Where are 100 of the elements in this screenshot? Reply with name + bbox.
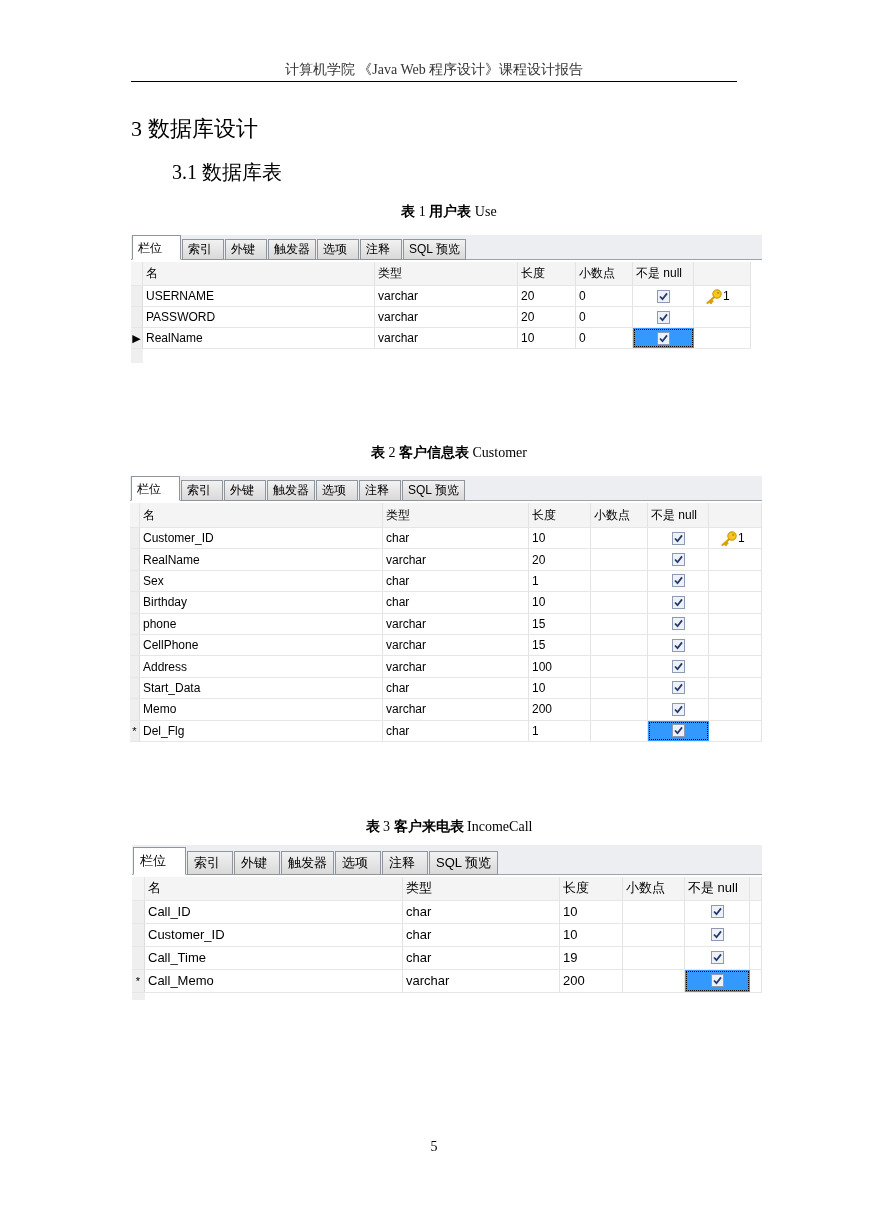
page-number: 5 (429, 1138, 439, 1156)
tab[interactable]: 栏位 (133, 846, 186, 875)
tab[interactable]: 栏位 (131, 476, 180, 501)
column-header[interactable]: 名 (143, 262, 375, 285)
subsection-heading: 3.1 数据库表 (172, 160, 282, 185)
table-cell-text: Customer_ID (147, 926, 226, 945)
table-cell-text: char (405, 949, 433, 968)
column-header[interactable]: 名 (145, 876, 403, 900)
table-cell-text: char (405, 926, 433, 945)
checkbox[interactable] (711, 905, 724, 919)
table-cell-text: Birthday (142, 594, 189, 612)
tab[interactable]: 外键 (234, 850, 280, 875)
table-caption: 表 2 客户信息表 Customer (370, 444, 528, 462)
tab[interactable]: 注释 (359, 480, 401, 501)
table-cell[interactable] (633, 328, 694, 348)
table-cell[interactable] (648, 720, 709, 741)
table-cell-text: char (385, 572, 411, 590)
column-header[interactable]: 不是 null (648, 503, 709, 527)
table-cell-text: Call_Memo (147, 972, 215, 991)
tab[interactable]: 选项 (316, 480, 358, 501)
key-icon (706, 288, 722, 304)
column-header[interactable]: 小数点 (576, 262, 633, 285)
checkbox[interactable] (672, 660, 685, 674)
tab[interactable]: 索引 (181, 480, 223, 501)
checkbox[interactable] (672, 702, 685, 716)
table-cell-text: varchar (405, 972, 451, 991)
page-header: 计算机学院 《Java Web 程序设计》课程设计报告 (131, 61, 737, 82)
table-cell-text: Sex (142, 572, 165, 590)
table-cell-text: Del_Flg (142, 722, 186, 740)
tab[interactable]: 触发器 (281, 850, 334, 875)
table-cell-text: 0 (578, 309, 587, 326)
table-cell-text: CellPhone (142, 637, 200, 655)
column-header[interactable]: 类型 (375, 262, 518, 285)
column-header[interactable]: 长度 (529, 503, 591, 527)
tab[interactable]: 栏位 (132, 235, 181, 260)
table-cell[interactable] (685, 969, 750, 992)
checkbox[interactable] (672, 617, 685, 631)
table-cell-text: Address (142, 658, 189, 676)
tab[interactable]: 触发器 (267, 480, 315, 501)
column-header[interactable]: 不是 null (685, 876, 750, 900)
row-selector[interactable]: * (130, 720, 140, 741)
table-cell-text: varchar (385, 658, 427, 676)
checkbox[interactable] (672, 681, 685, 695)
checkbox[interactable] (657, 310, 670, 324)
table-cell-text: varchar (385, 551, 427, 569)
table-caption: 表 1 用户表 Use (400, 203, 498, 221)
key-icon (721, 530, 737, 546)
tab[interactable]: 注释 (382, 850, 428, 875)
column-header[interactable]: 名 (140, 503, 383, 527)
table-cell-text: char (385, 530, 411, 548)
tab[interactable]: SQL 预览 (429, 850, 499, 875)
table-cell-text: 200 (562, 972, 586, 991)
checkbox[interactable] (672, 638, 685, 652)
checkbox[interactable] (672, 595, 685, 609)
table-cell-text: 15 (531, 637, 547, 655)
column-header[interactable]: 类型 (383, 503, 529, 527)
column-header[interactable]: 不是 null (633, 262, 694, 285)
table-caption: 表 3 客户来电表 IncomeCall (364, 817, 534, 836)
table-cell-text: RealName (142, 551, 201, 569)
tab[interactable]: 索引 (182, 239, 224, 260)
table-cell-text: 19 (562, 949, 579, 968)
tab[interactable]: 注释 (360, 239, 402, 260)
table-cell-text: 10 (562, 926, 579, 945)
checkbox[interactable] (711, 974, 724, 988)
table-cell-text: 0 (578, 288, 587, 305)
table-cell-text: Memo (142, 701, 178, 719)
table-cell-text: 20 (531, 551, 547, 569)
checkbox[interactable] (711, 951, 724, 965)
tab[interactable]: 外键 (224, 480, 266, 501)
tab[interactable]: 选项 (335, 850, 381, 875)
tab[interactable]: 选项 (317, 239, 359, 260)
column-header[interactable]: 类型 (403, 876, 560, 900)
row-selector[interactable]: ▶ (131, 328, 143, 348)
table-cell-text: char (385, 679, 411, 697)
table-cell-text: Call_Time (147, 949, 208, 968)
checkbox[interactable] (672, 553, 685, 567)
table-cell-text: varchar (377, 330, 419, 347)
table-cell-text: 0 (578, 330, 587, 347)
checkbox[interactable] (711, 928, 724, 942)
tab[interactable]: SQL 预览 (403, 239, 466, 260)
table-cell-text: 10 (562, 903, 579, 922)
column-header[interactable]: 长度 (518, 262, 576, 285)
tab[interactable]: 索引 (187, 850, 233, 875)
table-cell-text: 10 (531, 594, 547, 612)
table-cell-text: USERNAME (145, 288, 215, 305)
column-header[interactable]: 长度 (560, 876, 623, 900)
tab[interactable]: 外键 (225, 239, 267, 260)
checkbox[interactable] (672, 531, 685, 545)
row-selector[interactable]: * (132, 969, 145, 992)
column-header[interactable]: 小数点 (591, 503, 648, 527)
table-cell-text: Call_ID (147, 903, 192, 922)
checkbox[interactable] (672, 724, 685, 738)
section-heading: 3 数据库设计 (131, 115, 258, 143)
checkbox[interactable] (657, 289, 670, 303)
tab[interactable]: SQL 预览 (402, 480, 465, 501)
checkbox[interactable] (657, 331, 670, 345)
column-header[interactable]: 小数点 (623, 876, 685, 900)
tab[interactable]: 触发器 (268, 239, 316, 260)
checkbox[interactable] (672, 574, 685, 588)
table-cell-text: RealName (145, 330, 204, 347)
